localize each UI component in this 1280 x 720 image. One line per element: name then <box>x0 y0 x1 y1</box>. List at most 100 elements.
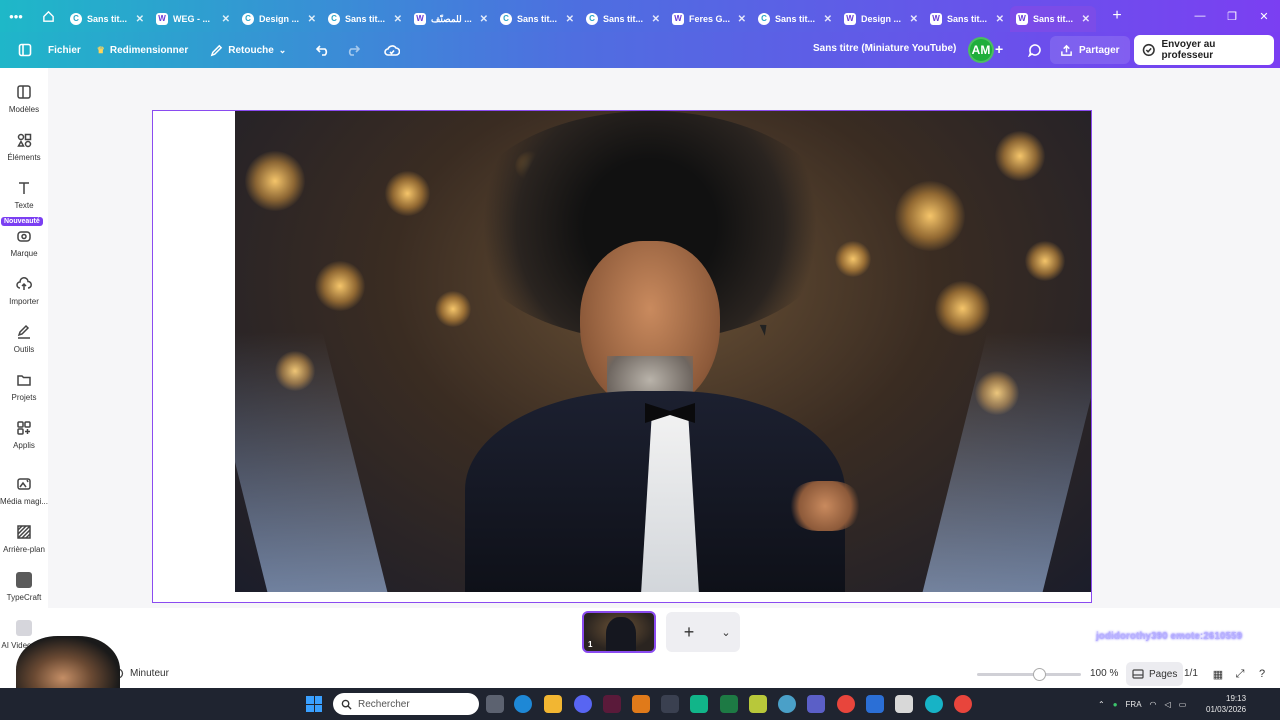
chrome-icon[interactable] <box>837 695 855 713</box>
sidebar-item-magic-media[interactable]: Média magi... <box>0 476 48 520</box>
close-tab-icon[interactable]: ✕ <box>394 14 402 25</box>
sidebar-item-templates[interactable]: Modèles <box>0 84 48 128</box>
close-tab-icon[interactable]: ✕ <box>1082 14 1090 25</box>
minimize-icon[interactable]: — <box>1184 0 1216 32</box>
grid-view-icon[interactable]: ▦ <box>1210 666 1226 682</box>
sidebar-item-label: Projets <box>11 393 37 402</box>
browser-tab[interactable]: W Sans tit... ✕ <box>924 6 1010 32</box>
close-tab-icon[interactable]: ✕ <box>910 14 918 25</box>
sidebar-item-upload[interactable]: Importer <box>0 276 48 320</box>
chevron-up-icon[interactable]: ⌃ <box>1098 700 1105 709</box>
language-indicator[interactable]: FRA <box>1126 700 1142 709</box>
browser-tab[interactable]: W Feres G... ✕ <box>666 6 752 32</box>
bokeh-light <box>315 261 365 311</box>
pages-button[interactable]: Pages <box>1126 662 1184 686</box>
fullscreen-icon[interactable]: ⤢ <box>1232 666 1248 682</box>
volume-icon[interactable]: ◁ <box>1165 700 1171 709</box>
stage-light-beam <box>235 332 388 592</box>
discord-icon[interactable] <box>574 695 592 713</box>
word-icon[interactable] <box>866 695 884 713</box>
app-icon[interactable] <box>778 695 796 713</box>
redo-button[interactable] <box>338 36 368 64</box>
sidebar-item-apps[interactable]: Applis <box>0 420 48 464</box>
close-tab-icon[interactable]: ✕ <box>222 14 230 25</box>
battery-icon[interactable]: ▭ <box>1179 700 1187 709</box>
redo-icon <box>349 45 361 56</box>
task-view-icon[interactable] <box>486 695 504 713</box>
browser-tab[interactable]: C Sans tit... ✕ <box>64 6 150 32</box>
browser-tab-label: للمصنّف ... <box>431 13 472 24</box>
app-icon[interactable] <box>632 695 650 713</box>
close-tab-icon[interactable]: ✕ <box>996 14 1004 25</box>
browser-tab[interactable]: C Sans tit... ✕ <box>580 6 666 32</box>
close-tab-icon[interactable]: ✕ <box>652 14 660 25</box>
browser-tab[interactable]: W للمصنّف ... ✕ <box>408 6 494 32</box>
windows-start-icon[interactable] <box>306 696 322 712</box>
comment-button[interactable] <box>1021 36 1049 64</box>
canva-favicon-icon: C <box>758 13 770 25</box>
document-title[interactable]: Sans titre (Miniature YouTube) <box>813 43 956 54</box>
add-page-button[interactable]: + <box>666 622 712 643</box>
taskbar-search[interactable]: Rechercher <box>333 693 479 715</box>
page-thumbnail[interactable]: 1 <box>582 611 656 653</box>
close-tab-icon[interactable]: ✕ <box>738 14 746 25</box>
canva-icon[interactable] <box>925 695 943 713</box>
wifi-icon[interactable]: ◠ <box>1150 700 1157 709</box>
close-tab-icon[interactable]: ✕ <box>136 14 144 25</box>
design-photo[interactable] <box>235 111 1091 592</box>
app-icon[interactable] <box>690 695 708 713</box>
app-icon[interactable] <box>603 695 621 713</box>
new-tab-button[interactable]: + <box>1102 0 1132 32</box>
close-tab-icon[interactable]: ✕ <box>480 14 488 25</box>
more-icon[interactable]: ••• <box>0 0 32 32</box>
zoom-slider[interactable] <box>977 673 1081 676</box>
browser-tab[interactable]: C Design ... ✕ <box>236 6 322 32</box>
chevron-down-icon[interactable]: ⌄ <box>712 626 740 639</box>
excel-icon[interactable] <box>720 695 738 713</box>
sidebar-item-brand[interactable]: Marque <box>0 228 48 272</box>
share-button[interactable]: Partager <box>1050 36 1130 64</box>
sidebar-item-tools[interactable]: Outils <box>0 324 48 368</box>
sidebar-item-projects[interactable]: Projets <box>0 372 48 416</box>
calculator-icon[interactable] <box>661 695 679 713</box>
close-tab-icon[interactable]: ✕ <box>566 14 574 25</box>
zoom-slider-handle[interactable] <box>1033 668 1046 681</box>
file-menu-button[interactable]: Fichier <box>40 36 89 64</box>
timer-button[interactable]: Minuteur <box>112 667 169 679</box>
zoom-level[interactable]: 100 % <box>1090 668 1118 679</box>
browser-tab[interactable]: C Sans tit... ✕ <box>494 6 580 32</box>
sidebar-item-typecraft[interactable]: TypeCraft <box>0 572 48 616</box>
microphone-icon[interactable]: ● <box>1113 700 1118 709</box>
browser-tab[interactable]: W WEG - ... ✕ <box>150 6 236 32</box>
sidebar-item-background[interactable]: Arrière-plan <box>0 524 48 568</box>
chrome-icon[interactable] <box>954 695 972 713</box>
avatar[interactable]: AM <box>968 37 994 63</box>
help-icon[interactable]: ? <box>1254 666 1270 682</box>
close-tab-icon[interactable]: ✕ <box>308 14 316 25</box>
file-explorer-icon[interactable] <box>544 695 562 713</box>
taskbar-clock[interactable]: 19:13 01/03/2026 <box>1206 693 1246 715</box>
browser-tab[interactable]: C Sans tit... ✕ <box>322 6 408 32</box>
editor-header: Fichier ♛ Redimensionner Retouche ⌄ Sans… <box>0 32 1280 68</box>
browser-tab[interactable]: W Sans tit... ✕ <box>1010 6 1096 32</box>
send-to-teacher-button[interactable]: Envoyer au professeur <box>1134 35 1274 65</box>
cloud-save-button[interactable] <box>376 36 408 64</box>
undo-button[interactable] <box>308 36 338 64</box>
teams-icon[interactable] <box>807 695 825 713</box>
maximize-icon[interactable]: ❐ <box>1216 0 1248 32</box>
resize-button[interactable]: ♛ Redimensionner <box>89 36 196 64</box>
stage-light-beam <box>922 332 1091 592</box>
app-icon[interactable] <box>749 695 767 713</box>
edit-menu-button[interactable]: Retouche ⌄ <box>202 36 294 64</box>
home-icon[interactable] <box>32 0 64 32</box>
app-icon[interactable] <box>895 695 913 713</box>
add-collaborator-icon[interactable]: + <box>995 41 1003 57</box>
close-window-icon[interactable]: ✕ <box>1248 0 1280 32</box>
whiteboard-favicon-icon: W <box>844 13 856 25</box>
browser-tab[interactable]: C Sans tit... ✕ <box>752 6 838 32</box>
sidebar-toggle-button[interactable] <box>10 36 40 64</box>
sidebar-item-elements[interactable]: Éléments <box>0 132 48 176</box>
close-tab-icon[interactable]: ✕ <box>824 14 832 25</box>
browser-tab[interactable]: W Design ... ✕ <box>838 6 924 32</box>
edge-icon[interactable] <box>514 695 532 713</box>
